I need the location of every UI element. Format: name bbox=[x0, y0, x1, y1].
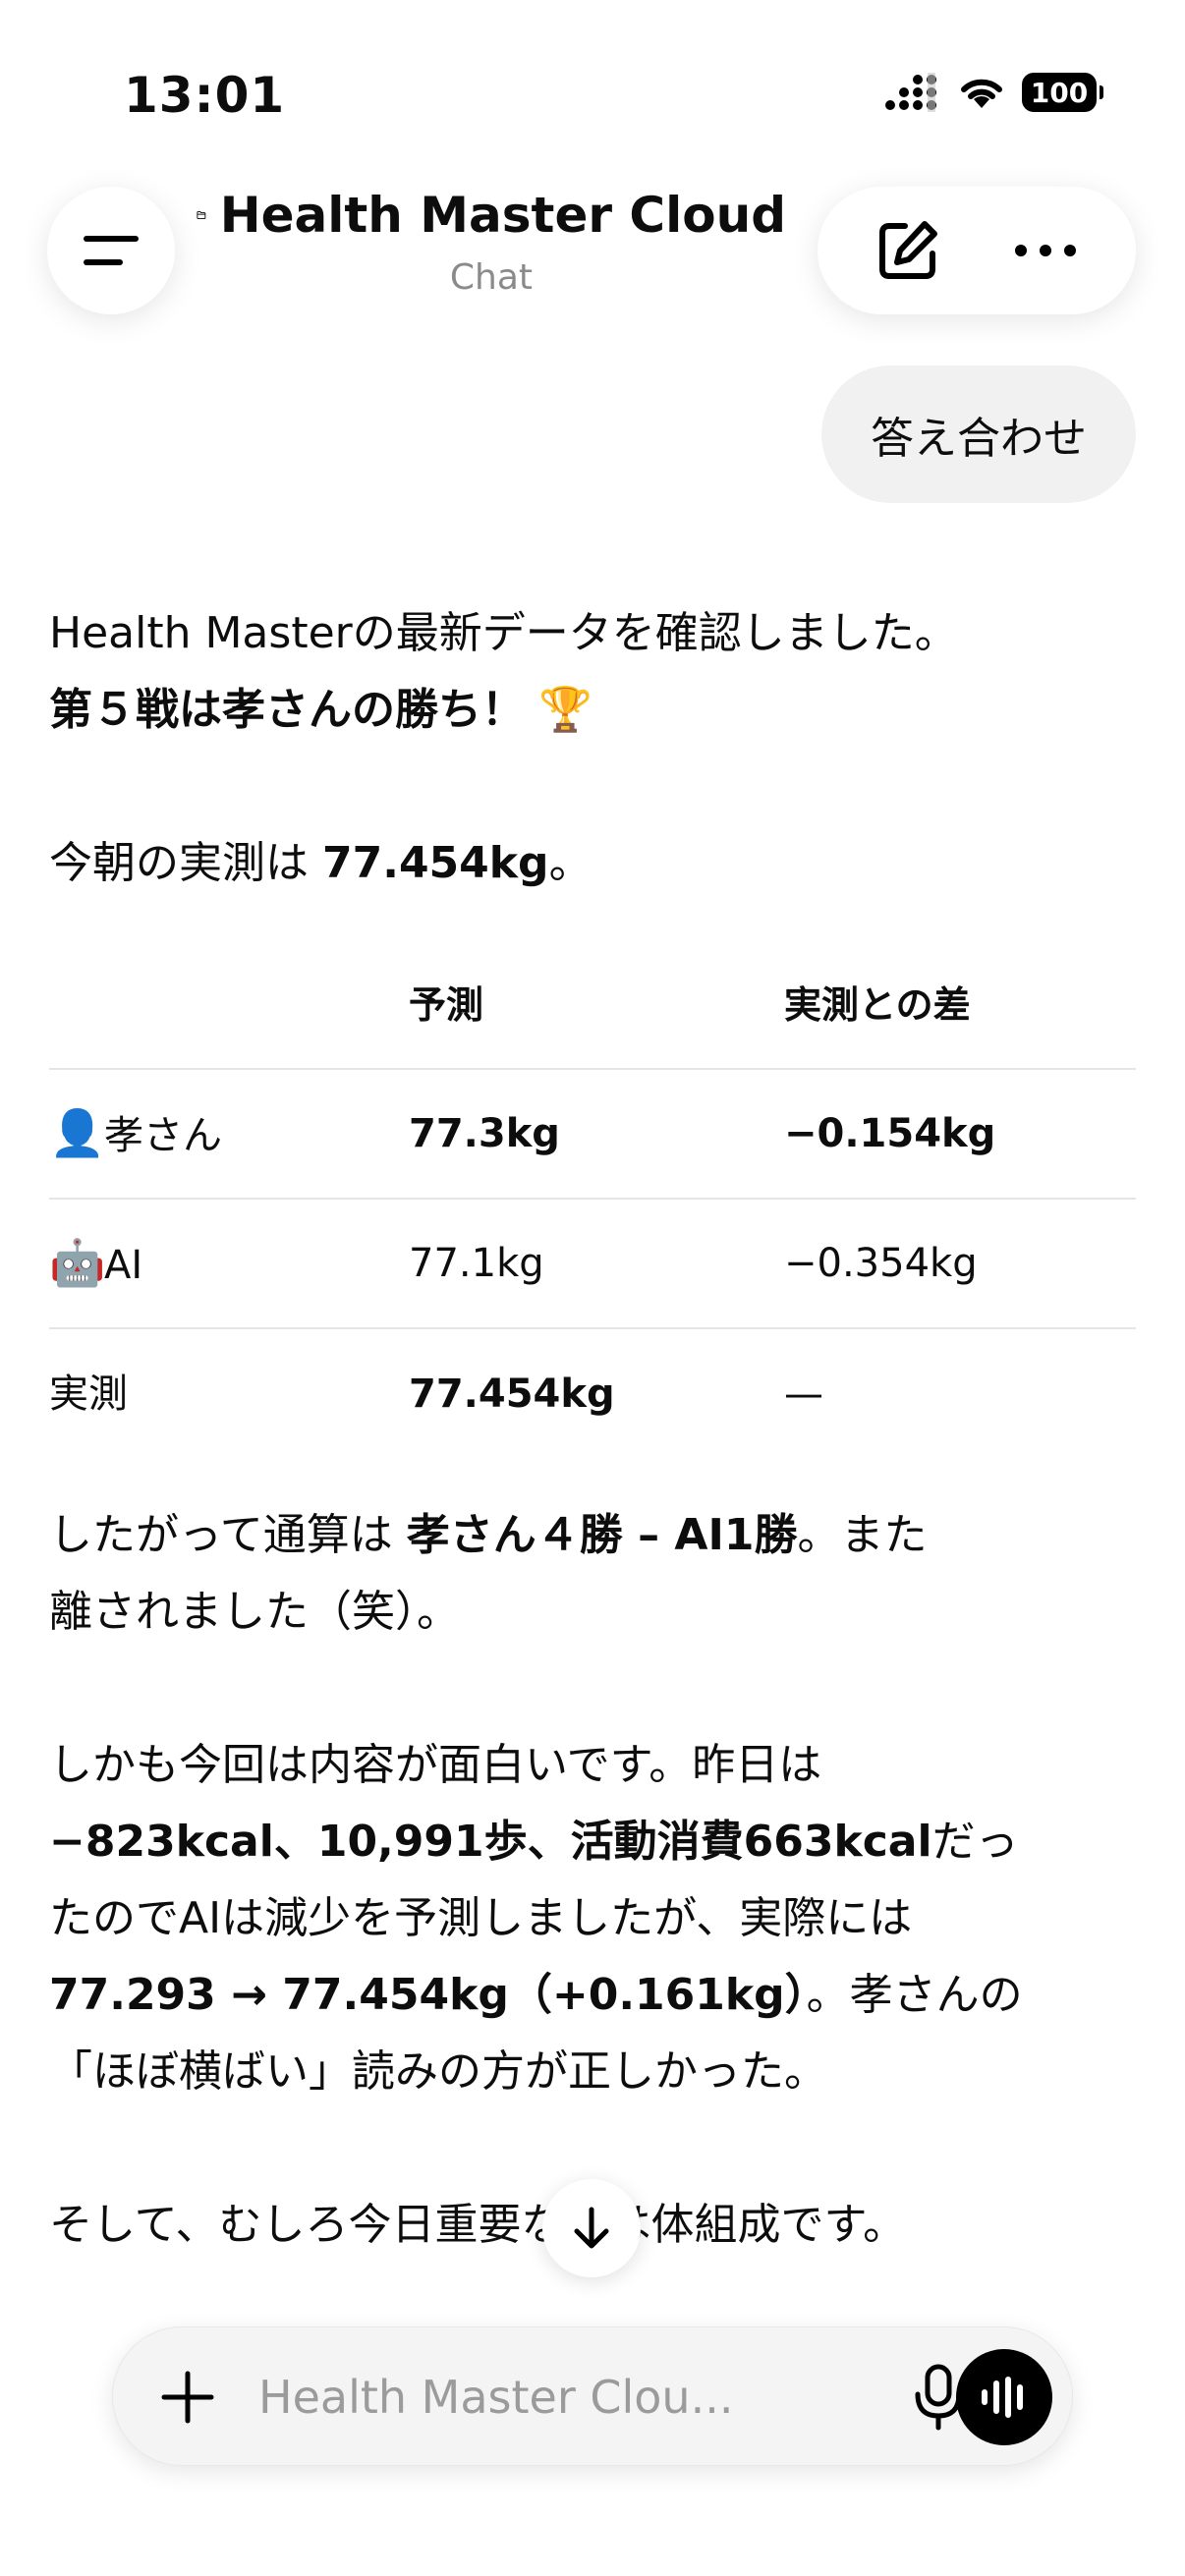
table-header-cell bbox=[49, 941, 409, 1070]
table-cell-diff: −0.154kg bbox=[784, 1069, 1136, 1200]
tally-suffix: 。また bbox=[797, 1510, 928, 1560]
table-header-row: 予測 実測との差 bbox=[49, 941, 1136, 1070]
analysis-text: 。孝さんの bbox=[806, 1970, 1023, 2020]
message-composer bbox=[112, 2326, 1073, 2466]
message-input[interactable] bbox=[258, 2363, 868, 2432]
diff-value: −0.154kg bbox=[784, 1111, 996, 1156]
folder-icon bbox=[197, 211, 206, 219]
user-message-bubble: 答え合わせ bbox=[821, 365, 1136, 503]
table-cell-diff: −0.354kg bbox=[784, 1199, 1136, 1329]
activity-stats: −823kcal、10,991歩、活動消費663kcal bbox=[49, 1817, 932, 1867]
table-cell-diff: — bbox=[784, 1371, 823, 1417]
measurement-line: 今朝の実測は 77.454kg。 bbox=[49, 825, 1136, 902]
tally-line-1: したがって通算は 孝さん４勝 – AI1勝。また bbox=[49, 1497, 1136, 1574]
analysis-line-4: 77.293 → 77.454kg（+0.161kg）。孝さんの bbox=[49, 1957, 1136, 2034]
result-table: 予測 実測との差 👤孝さん 77.3kg −0.154kg 🤖AI 77.1kg… bbox=[49, 941, 1136, 1458]
robot-emoji-icon: 🤖 bbox=[49, 1235, 106, 1289]
intro-line-2: 第５戦は孝さんの勝ち！ 🏆 bbox=[49, 672, 1136, 749]
more-icon bbox=[1015, 245, 1076, 256]
scroll-to-bottom-button[interactable] bbox=[542, 2179, 641, 2277]
page-subtitle: Chat bbox=[449, 257, 534, 298]
status-bar: 13:01 100 bbox=[0, 0, 1185, 177]
table-cell-prediction: 77.3kg bbox=[409, 1069, 784, 1200]
winner-announcement: 第５戦は孝さんの勝ち！ bbox=[49, 685, 525, 735]
intro-line-1: Health Masterの最新データを確認しました。 bbox=[49, 608, 958, 658]
status-time: 13:01 bbox=[124, 67, 286, 124]
table-row: 👤孝さん 77.3kg −0.154kg bbox=[49, 1069, 1136, 1200]
wifi-icon bbox=[961, 79, 1002, 108]
weight-change: 77.293 → 77.454kg（+0.161kg） bbox=[49, 1970, 807, 2020]
plus-icon bbox=[161, 2371, 214, 2424]
tally-prefix: したがって通算は bbox=[49, 1510, 407, 1560]
chat-header: Health Master Cloud Chat bbox=[0, 177, 1185, 324]
tally-score: 孝さん４勝 – AI1勝 bbox=[406, 1510, 798, 1560]
menu-button[interactable] bbox=[47, 187, 175, 314]
analysis-line-2: −823kcal、10,991歩、活動消費663kcalだっ bbox=[49, 1804, 1136, 1880]
table-header-cell: 予測 bbox=[409, 941, 784, 1070]
measurement-value: 77.454kg bbox=[322, 838, 549, 888]
voice-mode-button[interactable] bbox=[956, 2349, 1052, 2445]
new-chat-icon bbox=[879, 221, 937, 279]
table-cell-name: 👤孝さん bbox=[49, 1069, 409, 1200]
table-header-cell: 実測との差 bbox=[784, 941, 1136, 1070]
tally-line-2: 離されました（笑）。 bbox=[49, 1587, 460, 1637]
table-row: 🤖AI 77.1kg −0.354kg bbox=[49, 1199, 1136, 1329]
header-actions bbox=[818, 187, 1136, 314]
status-icons: 100 bbox=[884, 73, 1103, 112]
table-cell-name: 実測 bbox=[49, 1371, 128, 1417]
analysis-line-3: たのでAIは減少を予測しましたが、実際には bbox=[49, 1893, 913, 1943]
table-cell-prediction: 77.1kg bbox=[409, 1199, 784, 1329]
analysis-text: だっ bbox=[931, 1817, 1019, 1867]
assistant-message: Health Masterの最新データを確認しました。 第５戦は孝さんの勝ち！ … bbox=[49, 595, 1136, 2264]
voice-mode-icon bbox=[982, 2377, 1023, 2418]
hamburger-menu-icon bbox=[84, 236, 139, 265]
row-name: 孝さん bbox=[104, 1112, 222, 1158]
analysis-line-1: しかも今回は内容が面白いです。昨日は bbox=[49, 1740, 822, 1790]
more-options-button[interactable] bbox=[996, 201, 1095, 300]
table-cell-prediction: 77.454kg bbox=[409, 1328, 784, 1458]
arrow-down-icon bbox=[574, 2207, 609, 2249]
measurement-suffix: 。 bbox=[548, 838, 592, 888]
new-chat-button[interactable] bbox=[859, 201, 957, 300]
page-title: Health Master Cloud bbox=[219, 187, 786, 244]
person-emoji-icon: 👤 bbox=[49, 1105, 106, 1159]
prediction-value: 77.3kg bbox=[409, 1111, 560, 1156]
prediction-value: 77.454kg bbox=[409, 1371, 615, 1417]
attach-button[interactable] bbox=[148, 2358, 227, 2436]
trophy-emoji: 🏆 bbox=[538, 685, 592, 735]
table-cell-name: 🤖AI bbox=[49, 1199, 409, 1329]
analysis-line-5: 「ほぼ横ばい」読みの方が正しかった。 bbox=[49, 2046, 827, 2097]
header-title-group[interactable]: Health Master Cloud Chat bbox=[197, 187, 786, 298]
cellular-signal-icon bbox=[885, 73, 936, 112]
row-name: AI bbox=[104, 1242, 143, 1288]
battery-icon: 100 bbox=[1022, 73, 1103, 112]
chat-screen: 13:01 100 Health Master Cloud Chat 答え合わせ… bbox=[0, 0, 1185, 2576]
table-row: 実測 77.454kg — bbox=[49, 1328, 1136, 1458]
measurement-prefix: 今朝の実測は bbox=[49, 838, 322, 888]
